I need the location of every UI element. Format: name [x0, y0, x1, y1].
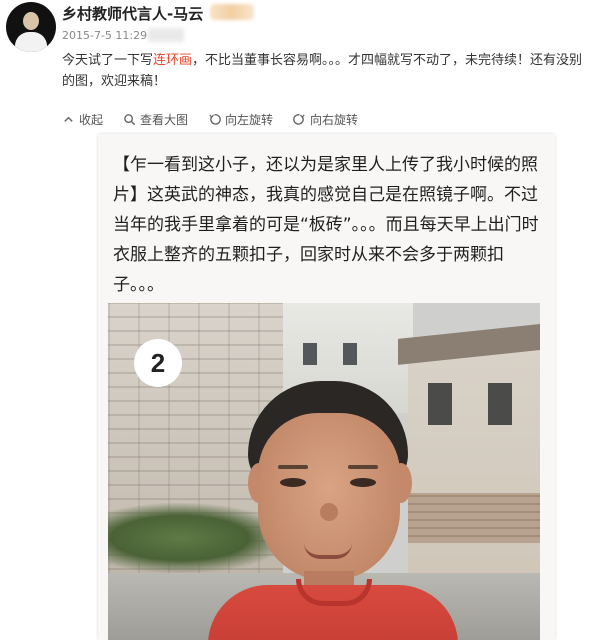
rotate-left-icon [209, 114, 221, 125]
post-text: 今天试了一下写连环画，不比当董事长容易啊。。。才四幅就写不动了，未完待续！还有没… [62, 50, 590, 92]
magnifier-icon [124, 114, 136, 126]
boy-nose [320, 503, 338, 521]
boy-brow-left [278, 465, 308, 469]
avatar-head [23, 12, 39, 30]
image-toolbar: 收起 查看大图 向左旋转 向右旋转 [62, 111, 358, 128]
window [343, 343, 357, 365]
boy-eye-left [280, 478, 306, 487]
roof [398, 323, 540, 365]
view-large-button[interactable]: 查看大图 [123, 111, 188, 128]
collapse-button[interactable]: 收起 [62, 111, 103, 128]
rotate-right-icon [293, 114, 305, 125]
avatar[interactable] [6, 2, 56, 52]
post-timestamp[interactable]: 2015-7-5 11:29 [62, 29, 147, 42]
rotate-left-label: 向左旋转 [225, 113, 274, 127]
window [488, 383, 512, 425]
avatar-body [15, 32, 47, 52]
blurred-source [148, 28, 184, 42]
window [428, 383, 452, 425]
image-caption: 【乍一看到这小子，还以为是家里人上传了我小时候的照片】这英武的神态，我真的感觉自… [113, 155, 539, 295]
boy-eye-right [350, 478, 376, 487]
window [303, 343, 317, 365]
weibo-post-page: 乡村教师代言人-马云 2015-7-5 11:29 今天试了一下写连环画，不比当… [0, 0, 597, 640]
rotate-right-label: 向右旋转 [310, 113, 359, 127]
rotate-left-button[interactable]: 向左旋转 [208, 111, 273, 128]
childhood-photo[interactable]: 2 [108, 303, 540, 640]
collapse-icon [64, 116, 73, 122]
username[interactable]: 乡村教师代言人-马云 [62, 3, 203, 24]
blurred-badge [210, 4, 254, 20]
brick-band [408, 493, 540, 543]
collapse-label: 收起 [79, 113, 104, 127]
background-building [398, 323, 540, 583]
view-large-label: 查看大图 [140, 113, 189, 127]
rotate-right-button[interactable]: 向右旋转 [293, 111, 358, 128]
boy-brow-right [348, 465, 378, 469]
post-text-before: 今天试了一下写 [62, 53, 154, 68]
post-text-highlight[interactable]: 连环画 [153, 53, 192, 68]
panel-number-badge: 2 [134, 339, 182, 387]
